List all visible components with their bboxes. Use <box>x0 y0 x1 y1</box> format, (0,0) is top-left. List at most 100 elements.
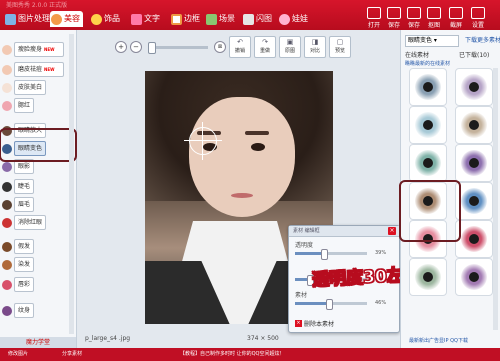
eyebrow-icon <box>2 199 12 210</box>
cutout-button[interactable]: 抠图 <box>422 7 446 29</box>
close-button[interactable]: × <box>388 227 396 235</box>
tab-beauty[interactable]: 美容 <box>50 11 83 27</box>
fit-window-button[interactable]: ⊠ <box>214 41 226 53</box>
hair-dye-icon <box>2 259 12 270</box>
tab-accessories[interactable]: 饰品 <box>90 11 123 27</box>
menu-label: 磨皮祛痘 <box>18 66 43 73</box>
wig-item[interactable]: 假发 <box>2 239 70 254</box>
skin-smooth-item[interactable]: 磨皮祛痘 NEW <box>2 62 70 77</box>
lens-pupil <box>469 82 479 92</box>
status-bar: 修改图片 分享素材 【教程】自己制作多时时 让你的QQ空间超炫！ <box>0 348 500 361</box>
tattoo-button[interactable]: 纹身 <box>14 303 35 318</box>
skin-smooth-button[interactable]: 磨皮祛痘 NEW <box>14 62 64 77</box>
tab-doll[interactable]: 娃娃 <box>278 11 311 27</box>
original-button[interactable]: ▣ 原图 <box>279 36 301 58</box>
settings-label: 设置 <box>471 22 484 29</box>
eyelash-icon <box>2 181 12 192</box>
photo-right-eye <box>251 143 265 151</box>
delete-material-button[interactable]: × 删除本素材 <box>295 319 334 328</box>
hair-dye-item[interactable]: 染发 <box>2 257 70 272</box>
eyelash-item[interactable]: 睫毛 <box>2 179 70 194</box>
lens-thumbnail[interactable] <box>409 68 447 106</box>
opacity-slider[interactable] <box>295 249 367 260</box>
tab-online-materials[interactable]: 在线素材 <box>405 50 429 59</box>
lens-pupil <box>423 120 433 130</box>
material-panel-title: 素材 编辑框 <box>293 228 320 234</box>
opacity-row: 透明度 39% <box>295 240 391 260</box>
tattoo-item[interactable]: 纹身 <box>2 303 70 318</box>
eyelash-button[interactable]: 睫毛 <box>14 179 35 194</box>
lens-thumbnail[interactable] <box>455 144 493 182</box>
eyebrow-button[interactable]: 眉毛 <box>14 197 35 212</box>
zoom-slider[interactable] <box>148 41 208 54</box>
red-eye-item[interactable]: 消除红眼 <box>2 215 70 230</box>
whitening-item[interactable]: 皮肤美白 <box>2 80 70 95</box>
settings-button[interactable]: 设置 <box>466 7 490 29</box>
blush-button[interactable]: 腮红 <box>14 98 35 113</box>
file-name: p_large_s4 .jpg <box>85 335 131 342</box>
left-scrollbar[interactable] <box>69 34 74 334</box>
save-icon <box>387 7 401 19</box>
flash-icon <box>243 13 254 25</box>
status-share-link[interactable]: 分享素材 <box>62 348 82 361</box>
lens-thumbnail[interactable] <box>455 258 493 296</box>
screenshot-button[interactable]: 截屏 <box>444 7 468 29</box>
wig-button[interactable]: 假发 <box>14 239 35 254</box>
redo-button[interactable]: ↷ 重做 <box>254 36 276 58</box>
lip-color-item[interactable]: 唇彩 <box>2 277 70 292</box>
lens-thumbnail[interactable] <box>409 106 447 144</box>
lens-pupil <box>469 158 479 168</box>
title-tab-bar: 美图秀秀 2.0.0 正式版 图片处理 美容 饰品 文字 边框 场景 闪图 娃娃… <box>0 0 500 30</box>
lens-thumbnail[interactable] <box>455 68 493 106</box>
tab-label: 文字 <box>144 14 160 23</box>
tab-image-processing[interactable]: 图片处理 <box>4 11 53 27</box>
photo-face <box>189 97 295 217</box>
slim-face-button[interactable]: 瘦脸瘦身 NEW <box>14 42 64 57</box>
compare-icon: ◨ <box>311 38 319 46</box>
slider-knob[interactable] <box>326 299 334 310</box>
download-more-link[interactable]: 下载更多素材 <box>465 35 500 44</box>
undo-button[interactable]: ↶ 撤销 <box>229 36 251 58</box>
zoom-out-button[interactable]: − <box>130 41 142 53</box>
tab-flash[interactable]: 闪图 <box>242 11 275 27</box>
hair-dye-button[interactable]: 染发 <box>14 257 35 272</box>
left-tool-panel: 瘦脸瘦身 NEW 磨皮祛痘 NEW 皮肤美白 腮红 眼睛放大 眼睛变色 眼影 睫毛 … <box>0 30 77 348</box>
face-icon <box>2 44 12 55</box>
zoom-in-button[interactable]: + <box>115 41 127 53</box>
lens-thumbnail[interactable] <box>455 106 493 144</box>
bottom-promo-link[interactable]: 最新新出广告显IP QQ下载 <box>409 337 468 344</box>
lip-color-button[interactable]: 唇彩 <box>14 277 35 292</box>
category-select[interactable]: 眼睛变色 ▾ <box>405 35 459 47</box>
tab-label: 闪图 <box>256 14 272 23</box>
zoom-slider-knob[interactable] <box>148 41 156 54</box>
promo-link[interactable]: 瞧瞧最新的在线素材 <box>405 60 450 67</box>
lips-icon <box>2 279 12 290</box>
slider-knob[interactable] <box>321 249 329 260</box>
blush-item[interactable]: 腮红 <box>2 98 70 113</box>
compare-button[interactable]: ◨ 对比 <box>304 36 326 58</box>
save-label: 保存 <box>387 22 400 29</box>
tab-downloaded[interactable]: 已下载(10) <box>459 50 489 59</box>
wig-icon <box>2 241 12 252</box>
lens-thumbnail[interactable] <box>409 258 447 296</box>
lens-pupil <box>423 158 433 168</box>
material-slider[interactable] <box>295 299 367 310</box>
right-scrollbar[interactable] <box>493 68 498 330</box>
eyebrow-item[interactable]: 眉毛 <box>2 197 70 212</box>
tab-text[interactable]: 文字 <box>130 11 163 27</box>
slim-face-item[interactable]: 瘦脸瘦身 NEW <box>2 42 70 57</box>
tab-frame[interactable]: 边框 <box>170 11 203 27</box>
whitening-button[interactable]: 皮肤美白 <box>14 80 47 95</box>
scene-icon <box>206 13 217 25</box>
magic-school-link[interactable]: 魔力学堂 <box>0 337 76 348</box>
status-edit-link[interactable]: 修改图片 <box>8 348 28 361</box>
brush-cursor <box>184 122 222 160</box>
lens-thumbnail[interactable] <box>409 144 447 182</box>
selection-highlight <box>0 128 77 162</box>
red-eye-button[interactable]: 消除红眼 <box>14 215 47 230</box>
preview-button[interactable]: ▢ 预览 <box>329 36 351 58</box>
save-as-label: 保存 <box>407 22 420 29</box>
material-panel-header[interactable]: 素材 编辑框 × <box>289 226 399 237</box>
tab-scene[interactable]: 场景 <box>205 11 238 27</box>
status-tip[interactable]: 【教程】自己制作多时时 让你的QQ空间超炫！ <box>180 348 284 361</box>
